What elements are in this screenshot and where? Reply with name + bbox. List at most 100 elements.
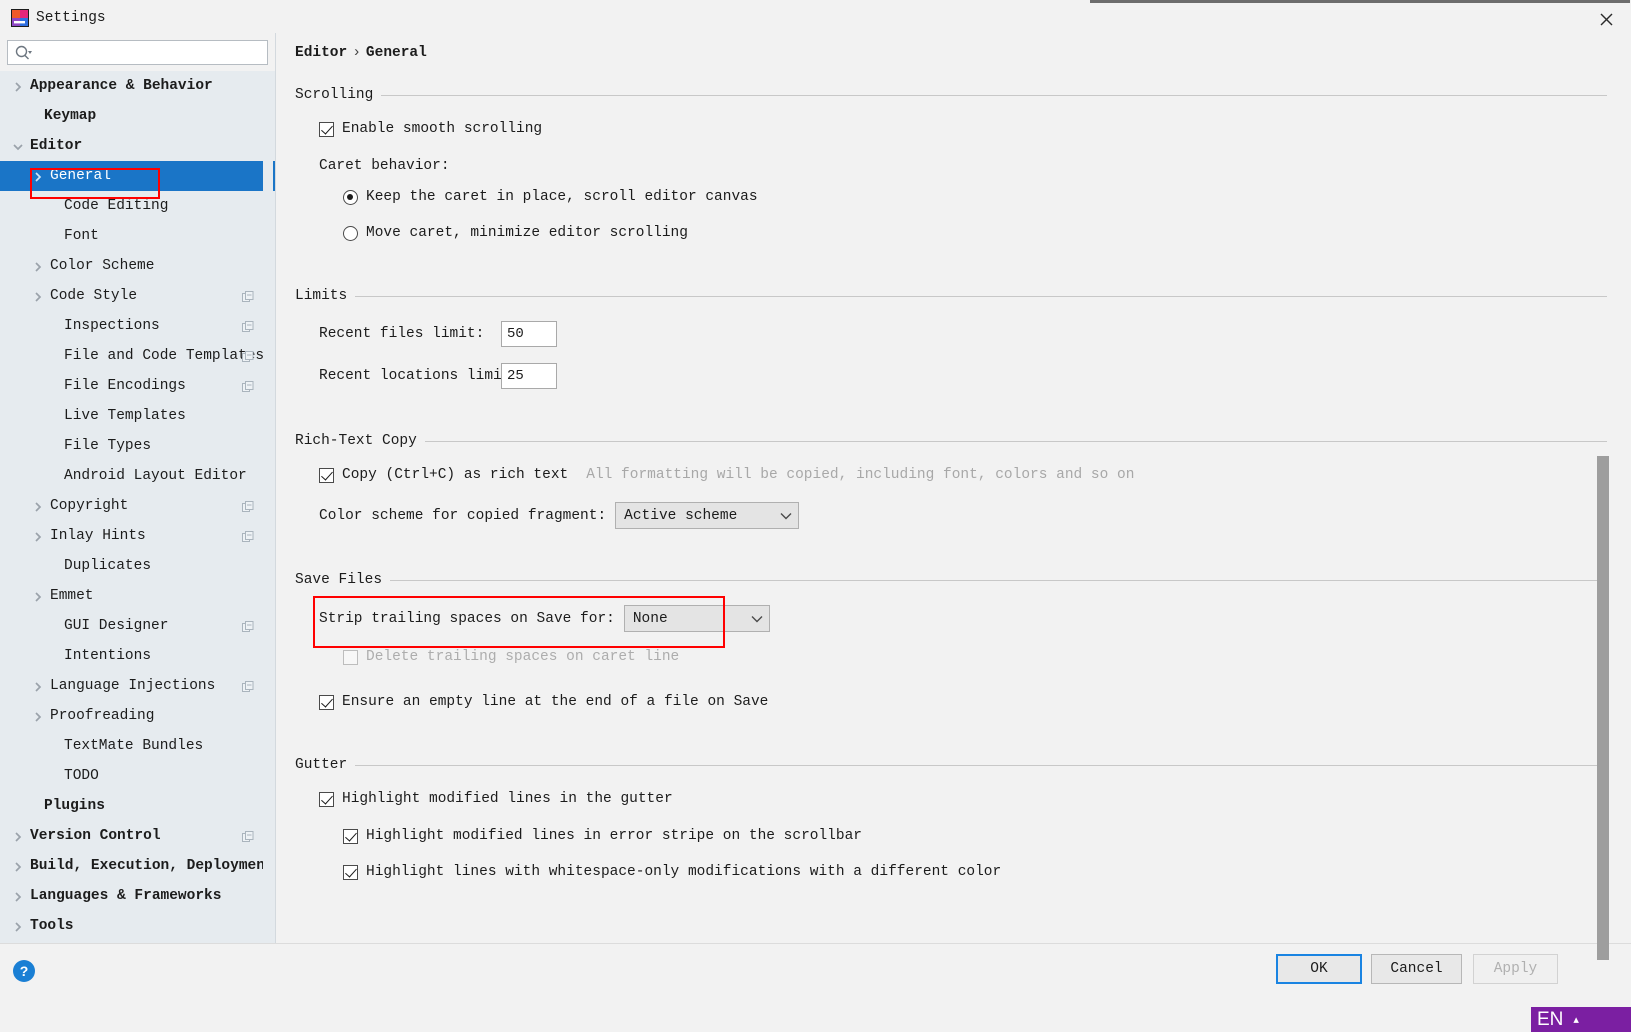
chevron-right-icon[interactable] bbox=[32, 680, 44, 692]
sidebar-item-proofreading[interactable]: Proofreading bbox=[0, 701, 275, 731]
copy-settings-icon[interactable] bbox=[242, 320, 254, 332]
highlight-error-stripe-checkbox[interactable] bbox=[343, 828, 358, 844]
ensure-empty-line-label: Ensure an empty line at the end of a fil… bbox=[342, 694, 769, 710]
chevron-right-icon[interactable] bbox=[32, 530, 44, 542]
sidebar-item-label: Proofreading bbox=[50, 708, 155, 724]
copy-settings-icon[interactable] bbox=[242, 530, 254, 542]
caret-option-keep-radio[interactable] bbox=[343, 189, 358, 205]
ime-language-badge[interactable]: EN ▴ bbox=[1531, 1007, 1631, 1032]
sidebar-item-inspections[interactable]: Inspections bbox=[0, 311, 275, 341]
copy-settings-icon[interactable] bbox=[242, 620, 254, 632]
highlight-error-stripe-row[interactable]: Highlight modified lines in error stripe… bbox=[343, 828, 862, 844]
sidebar-item-label: TextMate Bundles bbox=[64, 738, 204, 754]
sidebar-item-live-templates[interactable]: Live Templates bbox=[0, 401, 275, 431]
close-icon[interactable] bbox=[1593, 6, 1619, 32]
copy-settings-icon[interactable] bbox=[242, 290, 254, 302]
delete-trailing-spaces-checkbox bbox=[343, 649, 358, 665]
sidebar-item-duplicates[interactable]: Duplicates bbox=[0, 551, 275, 581]
sidebar-item-languages-frameworks[interactable]: Languages & Frameworks bbox=[0, 881, 275, 911]
search-box[interactable] bbox=[7, 40, 268, 65]
sidebar-item-intentions[interactable]: Intentions bbox=[0, 641, 275, 671]
section-scrolling: Scrolling bbox=[277, 85, 1631, 105]
sidebar-item-editor[interactable]: Editor bbox=[0, 131, 275, 161]
highlight-modified-lines-checkbox[interactable] bbox=[319, 791, 334, 807]
sidebar-item-inlay-hints[interactable]: Inlay Hints bbox=[0, 521, 275, 551]
sidebar-item-version-control[interactable]: Version Control bbox=[0, 821, 275, 851]
highlight-whitespace-row[interactable]: Highlight lines with whitespace-only mod… bbox=[343, 864, 1001, 880]
ok-button[interactable]: OK bbox=[1276, 954, 1362, 984]
chevron-right-icon[interactable] bbox=[12, 80, 24, 92]
sidebar-item-tools[interactable]: Tools bbox=[0, 911, 275, 941]
chevron-right-icon[interactable] bbox=[32, 170, 44, 182]
settings-tree[interactable]: Appearance & Behavior Keymap Editor General… bbox=[0, 71, 275, 943]
ime-caret-icon: ▴ bbox=[1573, 1013, 1579, 1026]
enable-smooth-scrolling-checkbox[interactable] bbox=[319, 121, 334, 137]
chevron-right-icon[interactable] bbox=[12, 920, 24, 932]
highlight-modified-lines-row[interactable]: Highlight modified lines in the gutter bbox=[319, 791, 673, 807]
sidebar-item-file-and-code-templates[interactable]: File and Code Templates bbox=[0, 341, 275, 371]
chevron-right-icon[interactable] bbox=[12, 830, 24, 842]
ensure-empty-line-row[interactable]: Ensure an empty line at the end of a fil… bbox=[319, 694, 768, 710]
chevron-right-icon[interactable] bbox=[32, 500, 44, 512]
caret-option-keep-row[interactable]: Keep the caret in place, scroll editor c… bbox=[343, 189, 758, 205]
recent-files-limit-input[interactable] bbox=[501, 321, 557, 347]
search-input[interactable] bbox=[33, 41, 267, 64]
sidebar-item-code-style[interactable]: Code Style bbox=[0, 281, 275, 311]
sidebar-item-label: Plugins bbox=[44, 798, 105, 814]
strip-trailing-spaces-dropdown[interactable]: None bbox=[623, 605, 770, 632]
highlight-whitespace-label: Highlight lines with whitespace-only mod… bbox=[366, 864, 1002, 880]
sidebar-item-label: Color Scheme bbox=[50, 258, 155, 274]
sidebar-item-android-layout-editor[interactable]: Android Layout Editor bbox=[0, 461, 275, 491]
sidebar-item-general[interactable]: General bbox=[0, 161, 275, 191]
sidebar-item-gui-designer[interactable]: GUI Designer bbox=[0, 611, 275, 641]
copy-rich-text-checkbox[interactable] bbox=[319, 467, 334, 483]
sidebar-item-file-types[interactable]: File Types bbox=[0, 431, 275, 461]
chevron-right-icon[interactable] bbox=[32, 290, 44, 302]
chevron-right-icon[interactable] bbox=[12, 860, 24, 872]
recent-files-limit-row: Recent files limit: bbox=[319, 321, 557, 347]
caret-option-move-radio[interactable] bbox=[343, 225, 358, 241]
sidebar-item-label: Live Templates bbox=[64, 408, 186, 424]
chevron-right-icon[interactable] bbox=[12, 890, 24, 902]
sidebar-scrollbar-track[interactable] bbox=[263, 73, 273, 939]
copy-settings-icon[interactable] bbox=[242, 380, 254, 392]
sidebar-item-plugins[interactable]: Plugins bbox=[0, 791, 275, 821]
delete-trailing-spaces-row: Delete trailing spaces on caret line bbox=[343, 649, 679, 665]
sidebar-item-appearance-behavior[interactable]: Appearance & Behavior bbox=[0, 71, 275, 101]
caret-option-move-row[interactable]: Move caret, minimize editor scrolling bbox=[343, 225, 688, 241]
sidebar-item-build-execution-deployment[interactable]: Build, Execution, Deployment bbox=[0, 851, 275, 881]
section-header-rich-text-copy: Rich-Text Copy bbox=[277, 431, 1631, 451]
sidebar-item-textmate-bundles[interactable]: TextMate Bundles bbox=[0, 731, 275, 761]
sidebar-item-todo[interactable]: TODO bbox=[0, 761, 275, 791]
enable-smooth-scrolling-row[interactable]: Enable smooth scrolling bbox=[319, 121, 542, 137]
help-icon[interactable]: ? bbox=[13, 960, 35, 982]
sidebar-item-file-encodings[interactable]: File Encodings bbox=[0, 371, 275, 401]
copy-settings-icon[interactable] bbox=[242, 680, 254, 692]
sidebar-item-color-scheme[interactable]: Color Scheme bbox=[0, 251, 275, 281]
sidebar-item-font[interactable]: Font bbox=[0, 221, 275, 251]
caret-behavior-label: Caret behavior: bbox=[319, 158, 450, 174]
copy-settings-icon[interactable] bbox=[242, 350, 254, 362]
sidebar-item-keymap[interactable]: Keymap bbox=[0, 101, 275, 131]
breadcrumb-root[interactable]: Editor bbox=[295, 45, 347, 61]
sidebar-item-emmet[interactable]: Emmet bbox=[0, 581, 275, 611]
copy-settings-icon[interactable] bbox=[242, 830, 254, 842]
chevron-down-icon[interactable] bbox=[12, 140, 24, 152]
sidebar-item-label: Keymap bbox=[44, 108, 97, 124]
ensure-empty-line-checkbox[interactable] bbox=[319, 694, 334, 710]
highlight-whitespace-checkbox[interactable] bbox=[343, 864, 358, 880]
color-scheme-fragment-dropdown[interactable]: Active scheme bbox=[615, 502, 800, 529]
breadcrumb-leaf: General bbox=[365, 45, 427, 61]
chevron-right-icon[interactable] bbox=[32, 590, 44, 602]
recent-locations-limit-input[interactable] bbox=[501, 363, 557, 389]
cancel-button[interactable]: Cancel bbox=[1371, 954, 1462, 984]
copy-rich-text-hint: All formatting will be copied, including… bbox=[586, 467, 1135, 483]
sidebar-item-language-injections[interactable]: Language Injections bbox=[0, 671, 275, 701]
chevron-right-icon[interactable] bbox=[32, 260, 44, 272]
sidebar-item-copyright[interactable]: Copyright bbox=[0, 491, 275, 521]
copy-rich-text-row[interactable]: Copy (Ctrl+C) as rich text All formattin… bbox=[319, 467, 1134, 483]
main-scrollbar-thumb[interactable] bbox=[1597, 456, 1609, 960]
chevron-right-icon[interactable] bbox=[32, 710, 44, 722]
sidebar-item-code-editing[interactable]: Code Editing bbox=[0, 191, 275, 221]
copy-settings-icon[interactable] bbox=[242, 500, 254, 512]
